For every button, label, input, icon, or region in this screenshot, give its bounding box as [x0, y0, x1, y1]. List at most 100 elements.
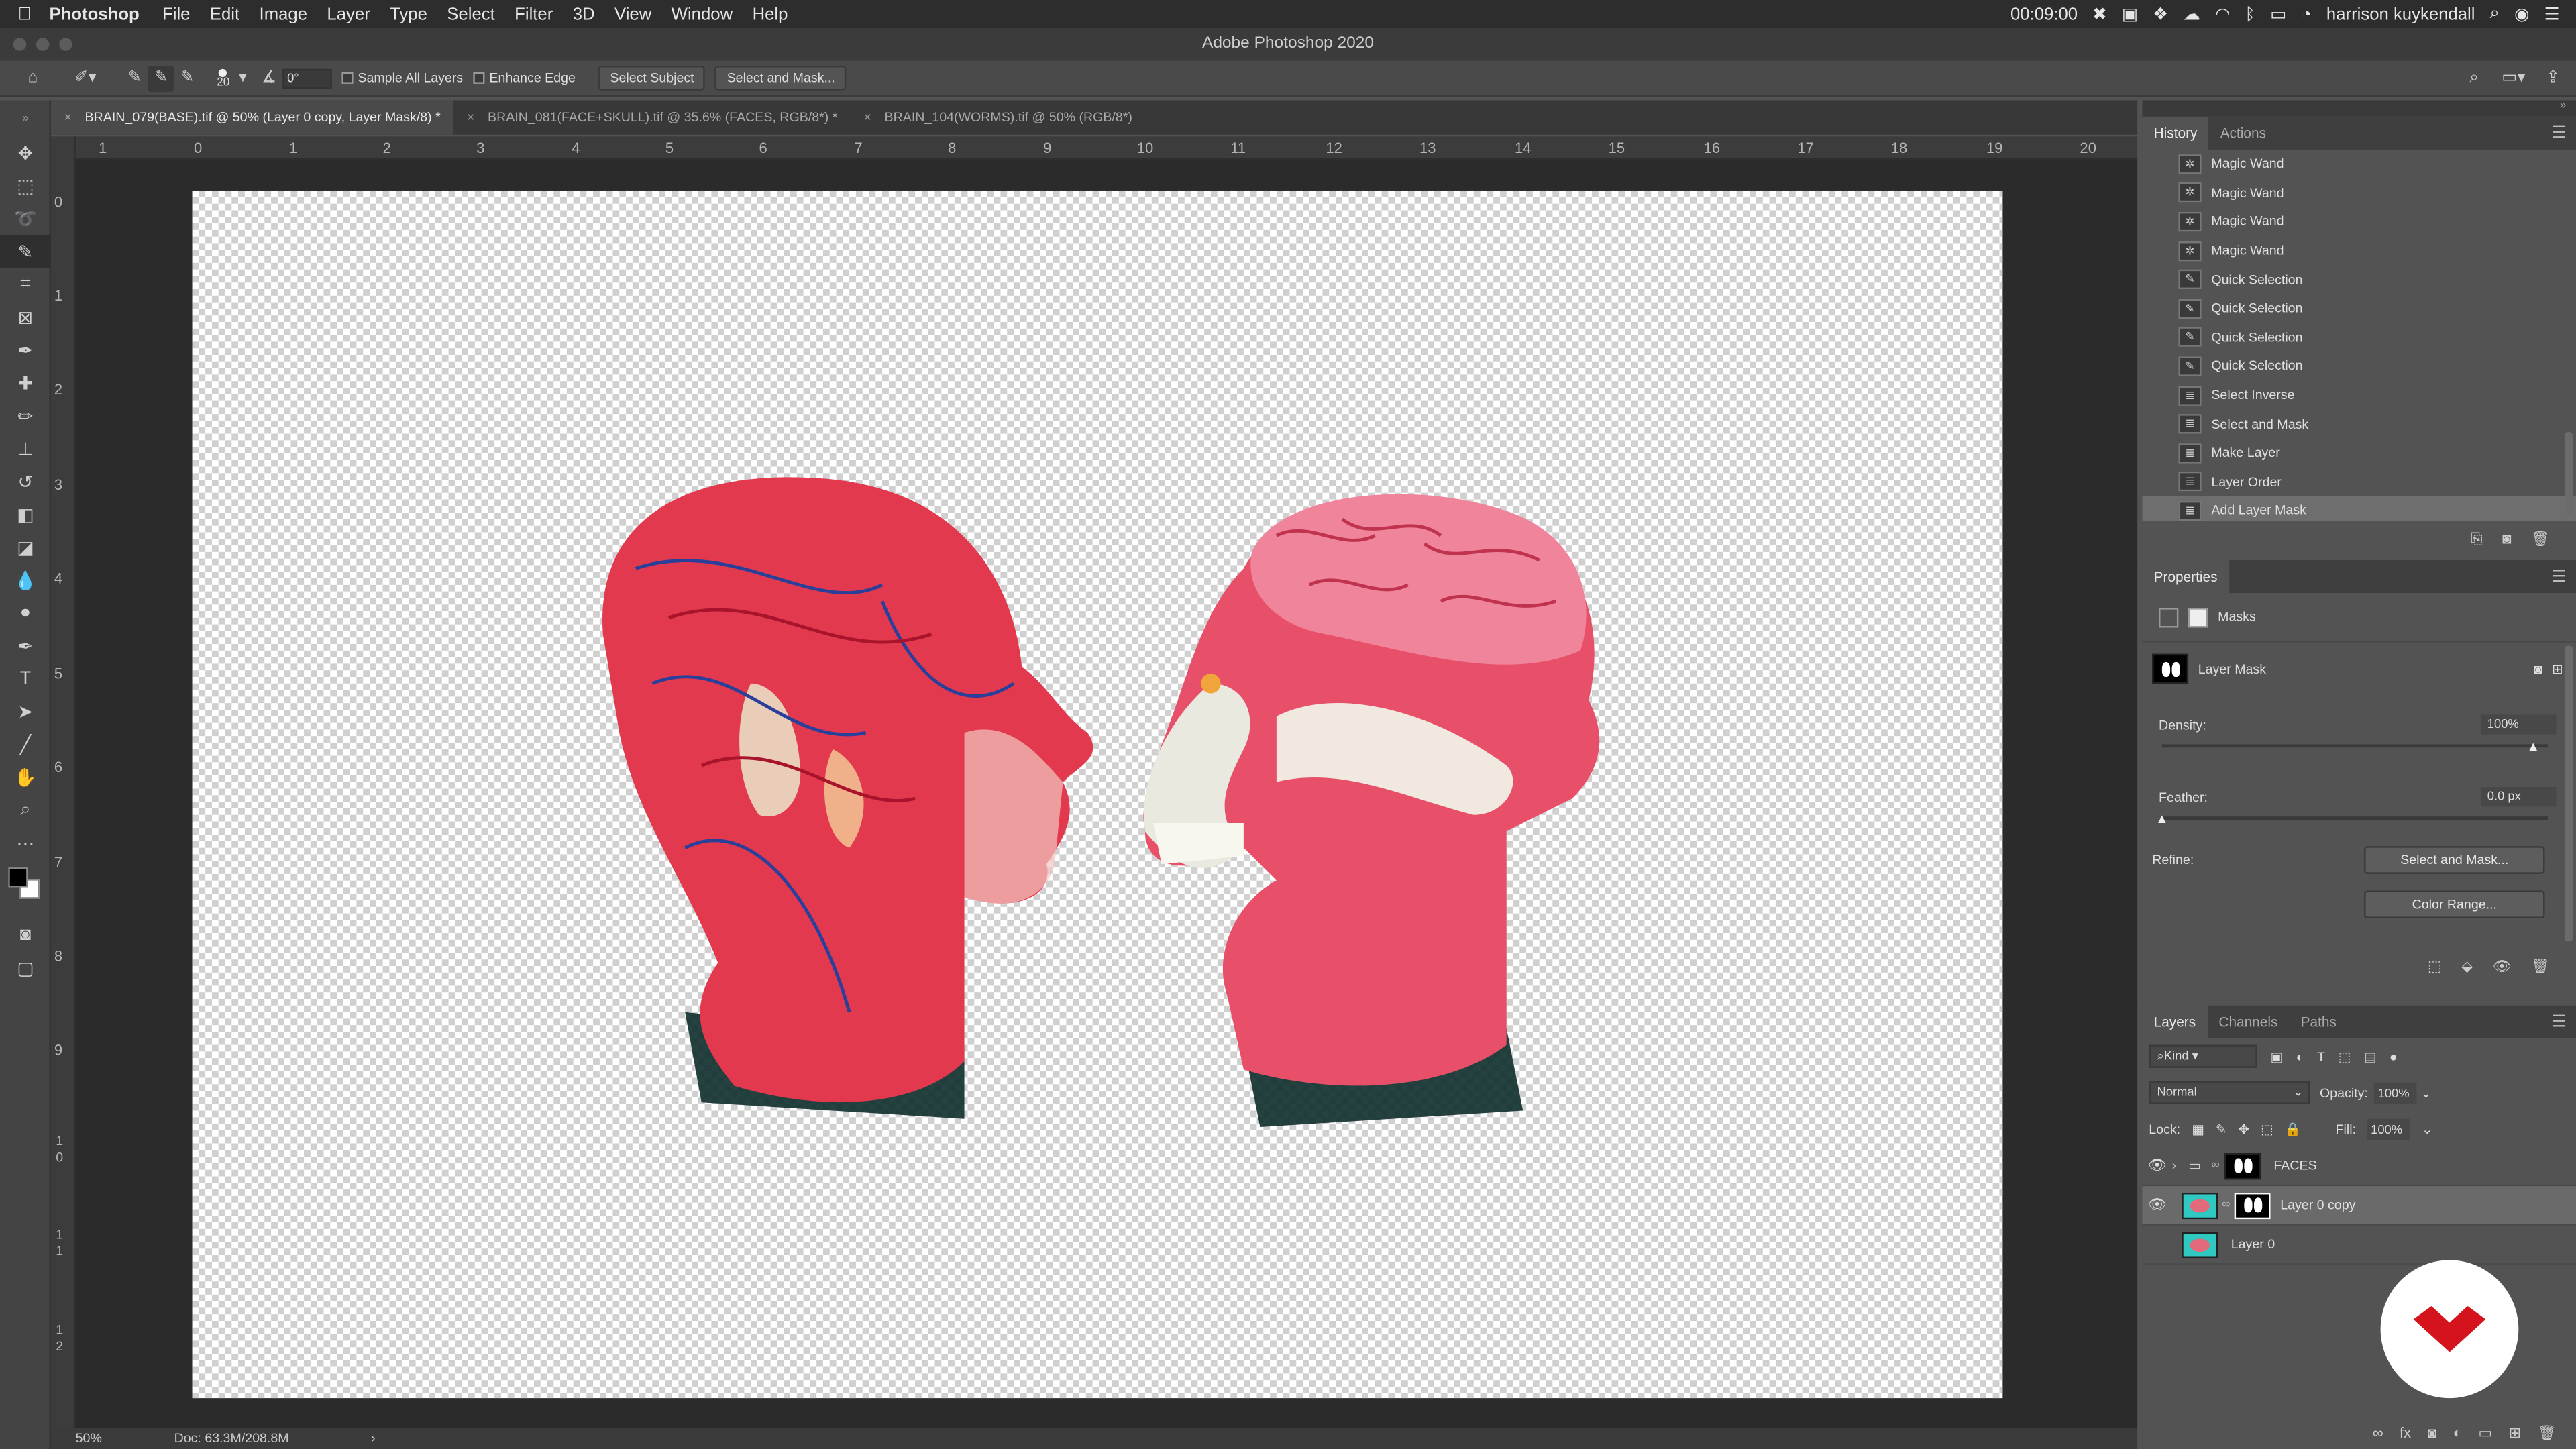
- history-scrollbar[interactable]: [2564, 432, 2573, 515]
- bluetooth-icon[interactable]: ᛒ: [2245, 4, 2255, 23]
- tab-brain-079[interactable]: × BRAIN_079(BASE).tif @ 50% (Layer 0 copy…: [50, 100, 454, 135]
- menu-image[interactable]: Image: [260, 4, 327, 23]
- history-item[interactable]: ≣ Layer Order: [2142, 468, 2576, 496]
- new-selection-icon[interactable]: ✎: [121, 65, 148, 91]
- close-tab-icon[interactable]: ×: [864, 110, 871, 125]
- quick-mask-icon[interactable]: ◙: [0, 918, 51, 951]
- layer-row-faces[interactable]: 👁 › ▭ ∞ FACES: [2142, 1146, 2576, 1187]
- more-tools-icon[interactable]: ⋯: [0, 826, 51, 859]
- close-window-button[interactable]: [13, 38, 27, 51]
- select-and-mask-button[interactable]: Select and Mask...: [2364, 846, 2545, 874]
- lock-transparency-icon[interactable]: ▦: [2192, 1121, 2204, 1136]
- menu-filter[interactable]: Filter: [515, 4, 573, 23]
- sample-all-layers-checkbox[interactable]: Sample All Layers: [341, 70, 463, 85]
- fx-icon[interactable]: fx: [2400, 1424, 2411, 1440]
- home-icon[interactable]: ⌂: [19, 65, 46, 91]
- tool-preset-icon[interactable]: ✐▾: [72, 65, 99, 91]
- new-layer-icon[interactable]: ⊞: [2509, 1424, 2521, 1442]
- properties-scrollbar[interactable]: [2564, 645, 2573, 942]
- lock-position-icon[interactable]: ✥: [2238, 1121, 2249, 1136]
- menu-view[interactable]: View: [614, 4, 672, 23]
- zoom-level[interactable]: 50%: [76, 1431, 158, 1446]
- foreground-color-swatch[interactable]: [8, 867, 28, 888]
- panel-collapse[interactable]: »: [2142, 100, 2576, 117]
- density-slider-handle[interactable]: ▲: [2527, 739, 2540, 754]
- shape-filter-icon[interactable]: ⬚: [2339, 1049, 2351, 1064]
- share-icon[interactable]: ⇪: [2540, 65, 2566, 91]
- zoom-tool-icon[interactable]: ⌕: [0, 794, 51, 826]
- type-filter-icon[interactable]: T: [2317, 1049, 2325, 1064]
- tab-history[interactable]: History: [2142, 116, 2209, 150]
- tab-layers[interactable]: Layers: [2142, 1005, 2208, 1038]
- vertical-ruler[interactable]: 0 1 2 3 4 5 6 7 8 9 1 0 1 1 1 2: [50, 136, 76, 1428]
- cloud-icon[interactable]: ☁: [2183, 4, 2200, 23]
- load-selection-icon[interactable]: ⬚: [2428, 957, 2442, 975]
- display-icon[interactable]: ▣: [2122, 4, 2138, 23]
- history-item[interactable]: ✎ Quick Selection: [2142, 265, 2576, 294]
- type-tool-icon[interactable]: T: [0, 662, 51, 695]
- clock[interactable]: 00:09:00: [2010, 4, 2078, 23]
- menu-select[interactable]: Select: [447, 4, 515, 23]
- collapse-icon[interactable]: »: [0, 100, 51, 136]
- pixel-filter-icon[interactable]: ▣: [2271, 1049, 2284, 1064]
- menu-3d[interactable]: 3D: [573, 4, 614, 23]
- visibility-icon[interactable]: 👁: [2492, 957, 2511, 975]
- spotlight-icon[interactable]: ⌕: [2489, 3, 2499, 25]
- panel-menu-icon[interactable]: ☰: [2551, 1013, 2566, 1031]
- pixel-mask-icon[interactable]: [2158, 606, 2179, 627]
- enhance-edge-checkbox[interactable]: Enhance Edge: [472, 70, 576, 85]
- menu-file[interactable]: File: [162, 4, 210, 23]
- menu-window[interactable]: Window: [672, 4, 753, 23]
- search-icon[interactable]: ⌕: [2461, 65, 2487, 91]
- tab-properties[interactable]: Properties: [2142, 560, 2229, 594]
- user-name[interactable]: harrison kuykendall: [2326, 4, 2475, 23]
- eyedropper-tool-icon[interactable]: ✒: [0, 333, 51, 366]
- dodge-tool-icon[interactable]: ●: [0, 596, 51, 629]
- color-range-button[interactable]: Color Range...: [2364, 890, 2545, 918]
- new-document-from-state-icon[interactable]: ⎘: [2471, 530, 2483, 548]
- apple-icon[interactable]: : [0, 4, 49, 23]
- close-x-icon[interactable]: ✖: [2092, 4, 2107, 23]
- gradient-tool-icon[interactable]: ◪: [0, 531, 51, 564]
- tab-brain-104[interactable]: × BRAIN_104(WORMS).tif @ 50% (RGB/8*): [851, 100, 1146, 134]
- feather-input[interactable]: 0.0 px: [2480, 787, 2557, 807]
- lock-pixels-icon[interactable]: ✎: [2216, 1121, 2226, 1136]
- history-item-selected[interactable]: ≣ Add Layer Mask: [2142, 496, 2576, 521]
- add-vector-mask-icon[interactable]: ⊞: [2552, 661, 2563, 676]
- layer-thumbnail[interactable]: [2182, 1231, 2218, 1258]
- subtract-selection-icon[interactable]: ✎: [174, 65, 201, 91]
- blur-tool-icon[interactable]: 💧: [0, 564, 51, 596]
- chevron-right-icon[interactable]: ›: [2172, 1159, 2188, 1173]
- layer-row-layer-0-copy[interactable]: 👁 ∞ Layer 0 copy: [2142, 1186, 2576, 1226]
- select-and-mask-button[interactable]: Select and Mask...: [715, 65, 847, 91]
- trash-icon[interactable]: 🗑: [2538, 1424, 2557, 1442]
- tab-channels[interactable]: Channels: [2207, 1006, 2289, 1038]
- lock-artboard-icon[interactable]: ⬚: [2261, 1121, 2273, 1136]
- blend-mode-select[interactable]: Normal ⌄: [2149, 1081, 2310, 1104]
- visibility-eye-icon[interactable]: 👁: [2142, 1157, 2171, 1175]
- camera-icon[interactable]: ◙: [2502, 531, 2511, 547]
- line-tool-icon[interactable]: ╱: [0, 728, 51, 761]
- trash-icon[interactable]: 🗑: [2531, 957, 2550, 975]
- path-selection-tool-icon[interactable]: ➤: [0, 695, 51, 728]
- select-subject-button[interactable]: Select Subject: [598, 65, 706, 91]
- select-pixel-mask-icon[interactable]: ◙: [2534, 661, 2542, 676]
- adjustment-filter-icon[interactable]: ◐: [2296, 1049, 2304, 1064]
- feather-slider[interactable]: [2161, 816, 2548, 820]
- mask-thumbnail[interactable]: [2224, 1152, 2261, 1179]
- layer-row-layer-0[interactable]: Layer 0: [2142, 1226, 2576, 1265]
- history-item[interactable]: ✎ Quick Selection: [2142, 352, 2576, 380]
- density-slider[interactable]: [2161, 744, 2548, 748]
- close-tab-icon[interactable]: ×: [467, 110, 474, 125]
- filter-toggle-icon[interactable]: ●: [2390, 1049, 2398, 1064]
- vector-mask-icon[interactable]: [2188, 606, 2208, 627]
- workspace-icon[interactable]: ▭▾: [2500, 65, 2526, 91]
- brush-tool-icon[interactable]: ✏: [0, 399, 51, 432]
- menu-type[interactable]: Type: [390, 4, 447, 23]
- healing-brush-tool-icon[interactable]: ✚: [0, 366, 51, 399]
- density-input[interactable]: 100%: [2480, 714, 2557, 735]
- history-item[interactable]: ✲ Magic Wand: [2142, 150, 2576, 178]
- menu-layer[interactable]: Layer: [327, 4, 390, 23]
- new-group-icon[interactable]: ▭: [2478, 1424, 2492, 1442]
- document-canvas[interactable]: [192, 191, 2003, 1399]
